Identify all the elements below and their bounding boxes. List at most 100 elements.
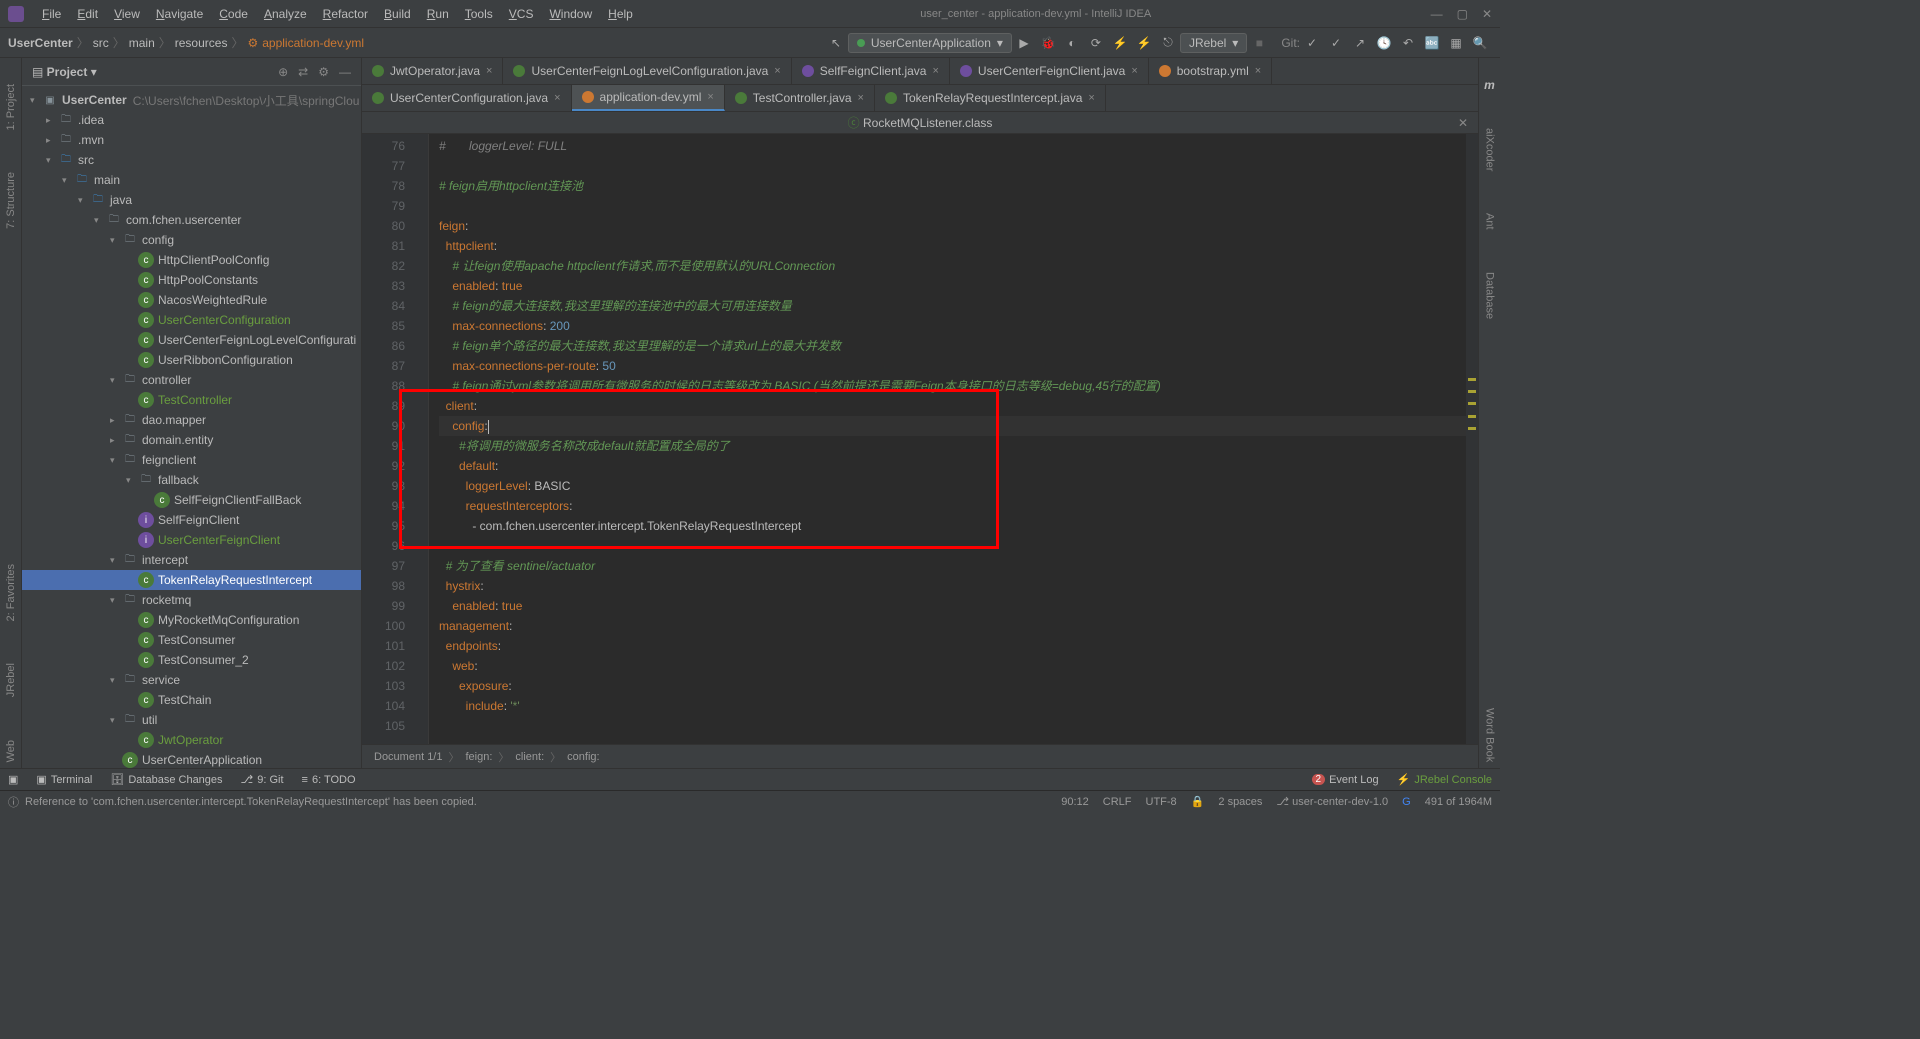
git-push-icon[interactable]: ↗ bbox=[1350, 33, 1370, 53]
menu-file[interactable]: File bbox=[34, 7, 69, 21]
maximize-icon[interactable]: ▢ bbox=[1457, 7, 1468, 21]
search-icon[interactable]: 🔍 bbox=[1470, 33, 1490, 53]
translate-icon[interactable]: 🔤 bbox=[1422, 33, 1442, 53]
editor-tab[interactable]: UserCenterFeignClient.java× bbox=[950, 58, 1149, 84]
tree-node[interactable]: ▾🗀src bbox=[22, 150, 361, 170]
code-crumb[interactable]: feign: bbox=[465, 751, 492, 763]
jrebel-console-tool[interactable]: ⚡ JRebel Console bbox=[1397, 773, 1492, 786]
event-log-tool[interactable]: 2 Event Log bbox=[1312, 774, 1379, 786]
code-crumb-doc[interactable]: Document 1/1 bbox=[374, 751, 442, 763]
tree-node[interactable]: cUserRibbonConfiguration bbox=[22, 350, 361, 370]
project-tool-tab[interactable]: 1: Project bbox=[5, 78, 17, 136]
expand-icon[interactable]: ⇄ bbox=[298, 65, 308, 79]
menu-window[interactable]: Window bbox=[541, 7, 600, 21]
crumb-class[interactable]: RocketMQListener.class bbox=[863, 116, 992, 130]
wordbook-tool-tab[interactable]: Word Book bbox=[1484, 702, 1496, 768]
tree-node[interactable]: ▸🗀domain.entity bbox=[22, 430, 361, 450]
close-icon[interactable]: × bbox=[554, 92, 560, 104]
tree-node[interactable]: ▾🗀fallback bbox=[22, 470, 361, 490]
ai-icon[interactable]: ▦ bbox=[1446, 33, 1466, 53]
tree-node[interactable]: ▸🗀.idea bbox=[22, 110, 361, 130]
breadcrumb-current[interactable]: application-dev.yml bbox=[262, 36, 364, 50]
indent-setting[interactable]: 2 spaces bbox=[1218, 796, 1262, 808]
cursor-position[interactable]: 90:12 bbox=[1061, 796, 1089, 808]
git-branch[interactable]: ⎇ user-center-dev-1.0 bbox=[1276, 795, 1388, 808]
tree-node[interactable]: iSelfFeignClient bbox=[22, 510, 361, 530]
tree-node[interactable]: ▸🗀.mvn bbox=[22, 130, 361, 150]
tree-node[interactable]: cJwtOperator bbox=[22, 730, 361, 750]
close-icon[interactable]: × bbox=[486, 65, 492, 77]
jrebel-dropdown[interactable]: JRebel ▾ bbox=[1180, 33, 1247, 53]
breadcrumb-part[interactable]: main bbox=[129, 36, 155, 50]
git-history-icon[interactable]: 🕓 bbox=[1374, 33, 1394, 53]
jrebel-tool-tab[interactable]: JRebel bbox=[5, 657, 17, 703]
tree-node[interactable]: ▾🗀feignclient bbox=[22, 450, 361, 470]
readonly-icon[interactable]: 🔒 bbox=[1191, 795, 1205, 808]
profile-icon[interactable]: ⟳ bbox=[1086, 33, 1106, 53]
ant-tool-tab[interactable]: Ant bbox=[1484, 207, 1496, 236]
editor-tab[interactable]: bootstrap.yml× bbox=[1149, 58, 1272, 84]
tree-node[interactable]: ▾🗀config bbox=[22, 230, 361, 250]
close-icon[interactable]: × bbox=[858, 92, 864, 104]
tree-node[interactable]: cHttpPoolConstants bbox=[22, 270, 361, 290]
dbchanges-tool[interactable]: 🗄 Database Changes bbox=[110, 773, 222, 786]
tree-node[interactable]: ▾🗀util bbox=[22, 710, 361, 730]
tree-node[interactable]: ▸🗀dao.mapper bbox=[22, 410, 361, 430]
favorites-tool-tab[interactable]: 2: Favorites bbox=[5, 558, 17, 627]
jrebel-debug-icon[interactable]: ⚡ bbox=[1134, 33, 1154, 53]
stop-icon[interactable]: ■ bbox=[1249, 33, 1269, 53]
tree-node[interactable]: ▾🗀main bbox=[22, 170, 361, 190]
code-crumb[interactable]: config: bbox=[567, 751, 599, 763]
tree-node[interactable]: cTestChain bbox=[22, 690, 361, 710]
minimize-icon[interactable]: — bbox=[1431, 7, 1443, 21]
git-tool[interactable]: ⎇ 9: Git bbox=[241, 773, 284, 786]
project-view-dropdown[interactable]: ▤ Project ▾ bbox=[32, 65, 97, 79]
todo-tool[interactable]: ≡ 6: TODO bbox=[302, 774, 356, 786]
tree-node[interactable]: cTokenRelayRequestIntercept bbox=[22, 570, 361, 590]
close-icon[interactable]: × bbox=[1255, 65, 1261, 77]
editor-tab[interactable]: SelfFeignClient.java× bbox=[792, 58, 950, 84]
tree-root[interactable]: ▾▣UserCenterC:\Users\fchen\Desktop\小工具\s… bbox=[22, 90, 361, 110]
database-tool-tab[interactable]: Database bbox=[1484, 266, 1496, 325]
menu-tools[interactable]: Tools bbox=[457, 7, 501, 21]
tree-node[interactable]: cUserCenterApplication bbox=[22, 750, 361, 768]
jrebel-run-icon[interactable]: ⚡ bbox=[1110, 33, 1130, 53]
structure-tool-tab[interactable]: 7: Structure bbox=[5, 166, 17, 235]
coverage-icon[interactable]: ◐ bbox=[1062, 33, 1082, 53]
memory-indicator[interactable]: 491 of 1964M bbox=[1425, 796, 1492, 808]
tree-node[interactable]: ▾🗀com.fchen.usercenter bbox=[22, 210, 361, 230]
tree-node[interactable]: cUserCenterConfiguration bbox=[22, 310, 361, 330]
tree-node[interactable]: cSelfFeignClientFallBack bbox=[22, 490, 361, 510]
file-encoding[interactable]: UTF-8 bbox=[1146, 796, 1177, 808]
editor-tab[interactable]: JwtOperator.java× bbox=[362, 58, 503, 84]
tree-node[interactable]: ▾🗀intercept bbox=[22, 550, 361, 570]
close-icon[interactable]: ✕ bbox=[1458, 116, 1468, 130]
breadcrumb-part[interactable]: resources bbox=[175, 36, 228, 50]
tree-node[interactable]: cNacosWeightedRule bbox=[22, 290, 361, 310]
project-tree[interactable]: ▾▣UserCenterC:\Users\fchen\Desktop\小工具\s… bbox=[22, 86, 361, 768]
breadcrumb-part[interactable]: src bbox=[93, 36, 109, 50]
git-commit-icon[interactable]: ✓ bbox=[1326, 33, 1346, 53]
close-icon[interactable]: × bbox=[1131, 65, 1137, 77]
tree-node[interactable]: iUserCenterFeignClient bbox=[22, 530, 361, 550]
close-icon[interactable]: × bbox=[707, 91, 713, 103]
menu-view[interactable]: View bbox=[106, 7, 148, 21]
tree-node[interactable]: ▾🗀service bbox=[22, 670, 361, 690]
web-tool-tab[interactable]: Web bbox=[5, 734, 17, 768]
google-icon[interactable]: G bbox=[1402, 796, 1411, 808]
tree-node[interactable]: cTestController bbox=[22, 390, 361, 410]
editor-tab[interactable]: application-dev.yml× bbox=[572, 85, 725, 111]
menu-refactor[interactable]: Refactor bbox=[315, 7, 376, 21]
tree-node[interactable]: cTestConsumer bbox=[22, 630, 361, 650]
close-icon[interactable]: × bbox=[1088, 92, 1094, 104]
attach-icon[interactable]: ⎋ bbox=[1158, 33, 1178, 53]
tree-node[interactable]: ▾🗀rocketmq bbox=[22, 590, 361, 610]
gear-icon[interactable]: ⚙ bbox=[318, 65, 329, 79]
git-update-icon[interactable]: ✓ bbox=[1302, 33, 1322, 53]
menu-run[interactable]: Run bbox=[419, 7, 457, 21]
maven-tool-tab[interactable]: m bbox=[1484, 78, 1495, 92]
menu-edit[interactable]: Edit bbox=[69, 7, 106, 21]
run-icon[interactable]: ▶ bbox=[1014, 33, 1034, 53]
fold-gutter[interactable] bbox=[417, 134, 429, 744]
editor-tab[interactable]: TestController.java× bbox=[725, 85, 875, 111]
